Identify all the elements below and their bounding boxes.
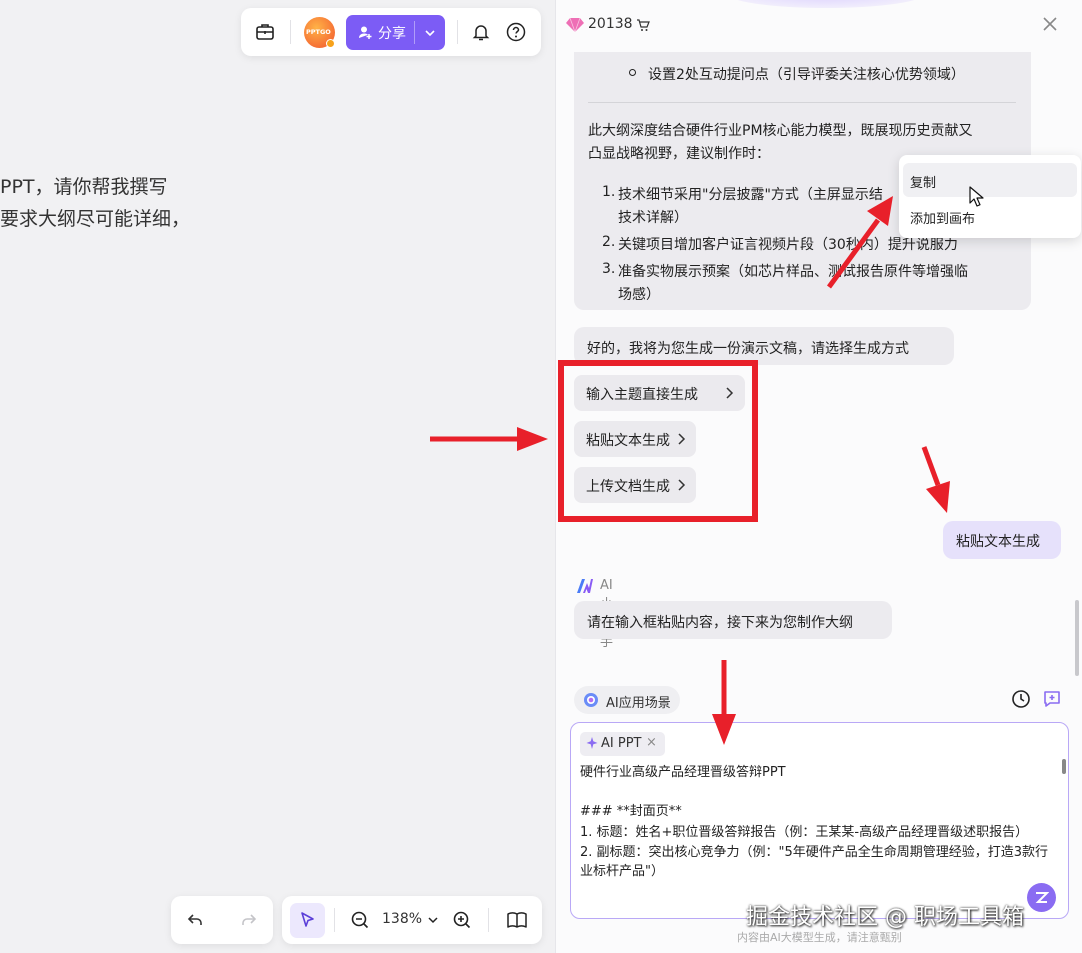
bullet-marker — [629, 69, 636, 76]
new-chat-icon[interactable] — [1042, 689, 1062, 709]
input-text-line: 硬件行业高级产品经理晋级答辩PPT — [580, 765, 786, 780]
chevron-right-icon — [726, 387, 734, 399]
menu-item-label: 复制 — [910, 176, 937, 191]
help-icon[interactable] — [506, 22, 526, 42]
chevron-down-icon[interactable] — [424, 27, 436, 39]
tip-number: 3. — [602, 261, 616, 277]
ai-ppt-tag[interactable]: AI PPT × — [580, 732, 665, 756]
zoom-level[interactable]: 138% — [382, 911, 422, 927]
send-icon — [1035, 892, 1049, 903]
input-text-line: ### **封面页** — [580, 804, 682, 819]
option-label: 上传文档生成 — [586, 479, 670, 495]
option-paste-text-button[interactable]: 粘贴文本生成 — [574, 421, 696, 457]
context-menu: 复制 添加到画布 — [899, 155, 1081, 238]
scene-label: AI应用场景 — [606, 696, 671, 711]
tip-text: 场感） — [618, 287, 660, 303]
ai-side-panel: 20138 设置2处互动提问点（引导评委关注核心优势领域） 此大纲深度结合硬件行… — [555, 0, 1082, 953]
menu-item-label: 添加到画布 — [910, 212, 976, 227]
top-toolbar: PPTGO 分享 — [241, 8, 541, 56]
option-upload-doc-button[interactable]: 上传文档生成 — [574, 467, 696, 503]
canvas-area[interactable]: PPT，请你帮我撰写 要求大纲尽可能详细， PPTGO 分享 138% — [0, 0, 555, 953]
tip-number: 2. — [602, 234, 616, 250]
user-message: 粘贴文本生成 — [956, 534, 1040, 550]
share-button[interactable]: 分享 — [346, 15, 445, 50]
ai-scene-button[interactable]: AI应用场景 — [574, 686, 680, 714]
input-scrollbar[interactable] — [1062, 759, 1066, 774]
tip-text: 技术细节采用"分层披露"方式（主屏显示结 — [618, 187, 883, 203]
zoom-in-icon[interactable] — [452, 910, 472, 930]
option-label: 输入主题直接生成 — [586, 387, 698, 403]
toolbar-divider — [488, 908, 489, 932]
share-divider — [414, 21, 415, 44]
credits-count: 20138 — [588, 16, 633, 32]
gem-icon — [566, 17, 584, 33]
history-controls — [171, 896, 273, 944]
sparkle-icon — [586, 737, 598, 749]
share-label: 分享 — [378, 26, 406, 42]
canvas-text-line[interactable]: PPT，请你帮我撰写 — [0, 172, 168, 199]
view-controls: 138% — [282, 896, 542, 944]
bullet-item: 设置2处互动提问点（引导评委关注核心优势领域） — [648, 67, 965, 83]
generate-prompt: 好的，我将为您生成一份演示文稿，请选择生成方式 — [587, 341, 909, 357]
select-tool[interactable] — [290, 903, 325, 938]
avatar-text: PPTGO — [306, 28, 331, 36]
watermark: 掘金技术社区 @ 职场工具箱 — [746, 905, 1024, 930]
canvas-text-line[interactable]: 要求大纲尽可能详细， — [0, 204, 190, 231]
history-clock-icon[interactable] — [1011, 689, 1031, 709]
ai-disclaimer: 内容由AI大模型生成，请注意甄别 — [737, 931, 902, 944]
ai-scene-icon — [584, 693, 598, 707]
toolbar-divider — [457, 20, 458, 44]
chat-input[interactable]: AI PPT × 硬件行业高级产品经理晋级答辩PPT ### **封面页** 1… — [570, 722, 1069, 919]
menu-item-copy[interactable]: 复制 — [903, 163, 1077, 197]
cursor-icon — [301, 912, 314, 927]
divider — [588, 102, 1016, 103]
briefcase-icon[interactable] — [255, 22, 275, 42]
avatar[interactable]: PPTGO — [304, 17, 335, 48]
chevron-right-icon — [678, 479, 686, 491]
tip-number: 1. — [602, 184, 616, 200]
summary-text: 此大纲深度结合硬件行业PM核心能力模型，既展现历史贡献又 — [588, 123, 973, 139]
header-glow — [726, 0, 926, 8]
chevron-right-icon — [678, 433, 686, 445]
tag-label: AI PPT — [601, 736, 642, 751]
option-input-topic-button[interactable]: 输入主题直接生成 — [574, 375, 745, 411]
cart-icon[interactable] — [636, 18, 650, 32]
toolbar-divider — [334, 908, 335, 932]
summary-text: 凸显战略视野，建议制作时： — [588, 146, 770, 162]
tip-text: 技术详解） — [618, 210, 688, 226]
option-label: 粘贴文本生成 — [586, 433, 670, 449]
send-button[interactable] — [1027, 883, 1056, 912]
menu-item-add-to-canvas[interactable]: 添加到画布 — [903, 199, 1077, 233]
close-icon[interactable] — [1040, 14, 1060, 34]
tip-text: 准备实物展示预案（如芯片样品、测试报告原件等增强临 — [618, 264, 968, 280]
assistant-logo-icon — [577, 579, 593, 593]
zoom-out-icon[interactable] — [350, 910, 370, 930]
undo-icon[interactable] — [185, 910, 205, 930]
add-user-icon — [359, 26, 372, 39]
mouse-cursor-icon — [969, 186, 984, 207]
user-message-bubble: 粘贴文本生成 — [943, 521, 1061, 559]
panel-scrollbar[interactable] — [1075, 600, 1079, 676]
bell-icon[interactable] — [471, 22, 491, 42]
tag-close-icon[interactable]: × — [646, 735, 657, 750]
ai-message-bubble: 好的，我将为您生成一份演示文稿，请选择生成方式 — [574, 327, 954, 365]
redo-icon[interactable] — [239, 910, 259, 930]
chevron-down-icon[interactable] — [427, 914, 439, 926]
ai-message-bubble: 请在输入框粘贴内容，接下来为您制作大纲 — [574, 601, 892, 639]
toolbar-divider — [290, 20, 291, 44]
book-icon[interactable] — [506, 910, 528, 930]
assistant-reply: 请在输入框粘贴内容，接下来为您制作大纲 — [587, 615, 853, 631]
input-text-line: 2. 副标题：突出核心竞争力（例："5年硬件产品全生命周期管理经验，打造3款行 — [580, 845, 1049, 860]
input-text-line: 1. 标题：姓名+职位晋级答辩报告（例：王某某-高级产品经理晋级述职报告） — [580, 825, 1029, 840]
input-text-line: 业标杆产品"） — [580, 864, 664, 879]
status-dot — [326, 39, 335, 48]
